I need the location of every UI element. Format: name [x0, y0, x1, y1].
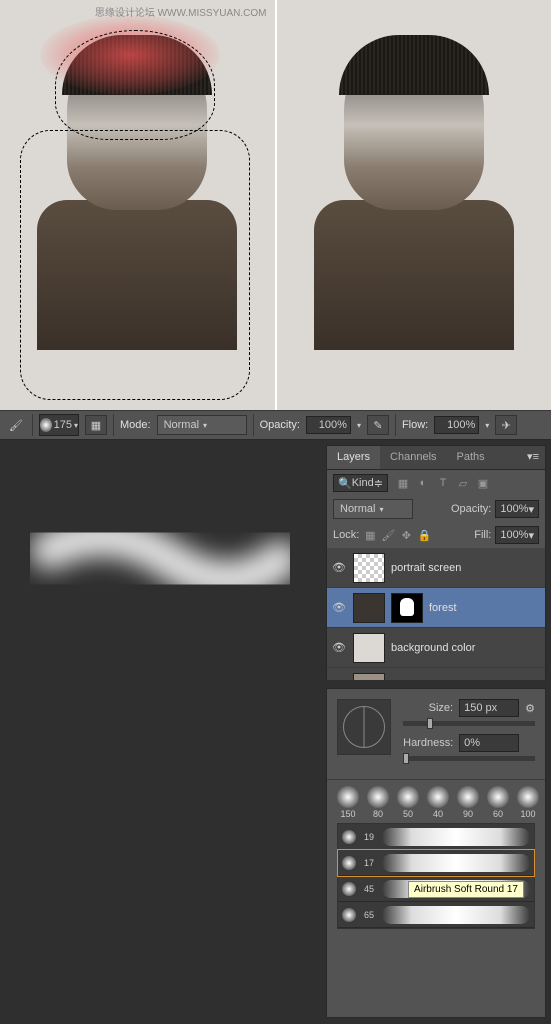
visibility-icon[interactable]: 👁 — [331, 561, 347, 574]
layer-opacity-label: Opacity: — [451, 503, 491, 515]
canvas-right[interactable] — [277, 0, 551, 410]
opacity-label: Opacity: — [260, 419, 300, 431]
filter-adjustment-icon[interactable]: ◐ — [416, 476, 430, 490]
layer-mask-thumb[interactable] — [391, 593, 423, 623]
size-label: Size: — [403, 702, 453, 714]
brush-tooltip: Airbrush Soft Round 17 — [408, 881, 524, 898]
visibility-icon[interactable]: 👁 — [331, 601, 347, 614]
brush-preset[interactable]: 50 — [397, 786, 419, 819]
canvas-preview-area: Layers Channels Paths ▾≡ 🔍Kind ≑ ▦ ◐ T ▱… — [0, 440, 551, 680]
blend-mode-dropdown[interactable]: Normal — [157, 415, 247, 435]
opacity-field[interactable]: 100% — [306, 416, 351, 434]
lock-all-icon[interactable]: 🔒 — [417, 528, 431, 542]
brush-stroke-item[interactable]: 19 — [338, 824, 534, 850]
options-bar: 🖌 175 ▾ ▦ Mode: Normal Opacity: 100% ▾ ✎… — [0, 410, 551, 440]
layer-thumb[interactable] — [353, 553, 385, 583]
layer-row[interactable]: 👁 background color — [327, 628, 545, 668]
portrait-image-right — [314, 40, 514, 380]
flow-label: Flow: — [402, 419, 428, 431]
brush-stroke-preview — [30, 500, 290, 620]
filter-smart-icon[interactable]: ▣ — [476, 476, 490, 490]
size-slider[interactable] — [403, 721, 535, 726]
fill-label: Fill: — [474, 529, 491, 541]
canvas-left[interactable]: 思缘设计论坛 WWW.MISSYUAN.COM — [0, 0, 277, 410]
tab-layers[interactable]: Layers — [327, 446, 380, 469]
layer-thumb[interactable] — [353, 633, 385, 663]
layer-blend-dropdown[interactable]: Normal — [333, 499, 413, 519]
brush-panel-toggle-icon[interactable]: ▦ — [85, 415, 107, 435]
fill-field[interactable]: 100% ▾ — [495, 526, 539, 544]
airbrush-icon[interactable]: ✈ — [495, 415, 517, 435]
pressure-opacity-icon[interactable]: ✎ — [367, 415, 389, 435]
watermark: 思缘设计论坛 WWW.MISSYUAN.COM — [95, 4, 267, 19]
hardness-field[interactable]: 0% — [459, 734, 519, 752]
tab-paths[interactable]: Paths — [447, 446, 495, 469]
lock-transparency-icon[interactable]: ▦ — [363, 528, 377, 542]
layer-row[interactable]: 👁 forest — [327, 588, 545, 628]
lock-pixels-icon[interactable]: 🖌 — [381, 528, 395, 542]
filter-pixel-icon[interactable]: ▦ — [396, 476, 410, 490]
brush-settings-panel: Size: 150 px ⚙ Hardness: 0% 150805040906… — [326, 688, 546, 1018]
layer-name: portrait screen — [391, 562, 461, 574]
brush-preset-row: 1508050409060100 — [337, 786, 535, 819]
panel-menu-icon[interactable]: ▾≡ — [521, 446, 545, 469]
layer-name: background color — [391, 642, 475, 654]
filter-kind-dropdown[interactable]: 🔍Kind ≑ — [333, 474, 388, 492]
hardness-slider[interactable] — [403, 756, 535, 761]
layer-opacity-field[interactable]: 100% ▾ — [495, 500, 539, 518]
flow-field[interactable]: 100% — [434, 416, 479, 434]
brush-preset[interactable]: 100 — [517, 786, 539, 819]
brush-orientation-widget[interactable] — [337, 699, 391, 755]
marquee-selection-body — [20, 130, 250, 400]
filter-shape-icon[interactable]: ▱ — [456, 476, 470, 490]
brush-stroke-item[interactable]: 65 — [338, 902, 534, 928]
layer-name: forest — [429, 602, 457, 614]
lock-label: Lock: — [333, 529, 359, 541]
brush-preset[interactable]: 90 — [457, 786, 479, 819]
filter-type-icon[interactable]: T — [436, 476, 450, 490]
visibility-icon[interactable]: 👁 — [331, 641, 347, 654]
brush-strokes-list: 19 17 45 65 Airbrush Soft Round 17 — [337, 823, 535, 929]
lock-position-icon[interactable]: ✥ — [399, 528, 413, 542]
brush-preset[interactable]: 60 — [487, 786, 509, 819]
brush-preset[interactable]: 40 — [427, 786, 449, 819]
hardness-label: Hardness: — [403, 737, 453, 749]
tab-channels[interactable]: Channels — [380, 446, 446, 469]
marquee-selection-head — [55, 30, 215, 140]
gear-icon[interactable]: ⚙ — [525, 702, 535, 715]
brush-preset-picker[interactable]: 175 ▾ — [39, 414, 79, 436]
brush-tool-icon[interactable]: 🖌 — [6, 415, 26, 435]
layer-thumb[interactable] — [353, 593, 385, 623]
brush-preset[interactable]: 150 — [337, 786, 359, 819]
size-field[interactable]: 150 px — [459, 699, 519, 717]
brush-size-value: 175 — [54, 419, 72, 431]
mode-label: Mode: — [120, 419, 151, 431]
brush-stroke-item[interactable]: 17 — [338, 850, 534, 876]
brush-preset[interactable]: 80 — [367, 786, 389, 819]
layer-row[interactable]: 👁 portrait screen — [327, 548, 545, 588]
